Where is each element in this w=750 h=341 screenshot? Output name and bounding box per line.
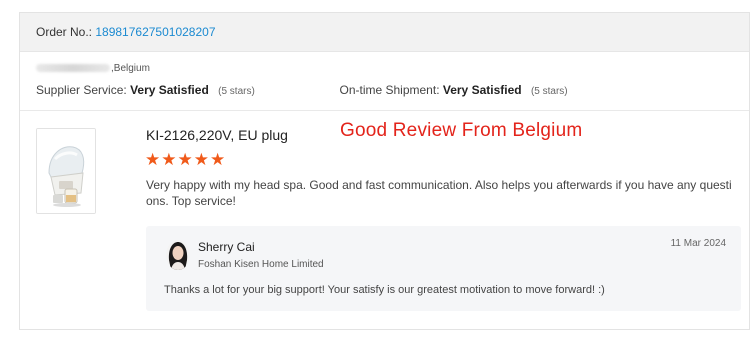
shipment-stars: (5 stars) xyxy=(530,86,568,97)
head-spa-machine-icon xyxy=(37,129,95,213)
review-text: Very happy with my head spa. Good and fa… xyxy=(146,178,732,208)
section-divider xyxy=(20,110,749,111)
reply-company: Foshan Kisen Home Limited xyxy=(198,259,324,270)
shipment-value: Very Satisfied xyxy=(442,83,522,97)
reply-text: Thanks a lot for your big support! Your … xyxy=(164,284,605,296)
star-icon: ★ xyxy=(193,150,209,169)
supplier-ratings: Supplier Service: Very Satisfied (5 star… xyxy=(36,83,568,97)
supplier-service-value: Very Satisfied xyxy=(130,83,209,97)
review-card: Order No.: 189817627501028207 ,Belgium S… xyxy=(19,12,750,330)
product-thumbnail[interactable] xyxy=(36,128,96,214)
star-icon: ★ xyxy=(177,150,193,169)
buyer-info: ,Belgium xyxy=(36,63,150,74)
buyer-location: ,Belgium xyxy=(111,63,150,74)
shipment-label: On-time Shipment: xyxy=(339,83,440,97)
star-icon: ★ xyxy=(161,150,177,169)
watermark-caption: Good Review From Belgium xyxy=(340,120,583,141)
star-icon: ★ xyxy=(145,150,161,169)
order-number-link[interactable]: 189817627501028207 xyxy=(95,25,215,39)
reply-author-name: Sherry Cai xyxy=(198,240,255,254)
product-name[interactable]: KI-2126,220V, EU plug xyxy=(146,127,288,143)
order-number-label: Order No.: xyxy=(36,25,93,39)
supplier-service-stars: (5 stars) xyxy=(218,86,255,97)
order-number-row: Order No.: 189817627501028207 xyxy=(36,25,216,39)
order-header: Order No.: 189817627501028207 xyxy=(20,13,749,52)
avatar xyxy=(166,240,190,270)
supplier-service-label: Supplier Service: xyxy=(36,83,127,97)
reply-date: 11 Mar 2024 xyxy=(670,238,726,249)
supplier-reply: Sherry Cai Foshan Kisen Home Limited 11 … xyxy=(146,226,741,311)
product-rating-stars: ★ ★ ★ ★ ★ xyxy=(145,151,225,168)
star-icon: ★ xyxy=(210,150,226,169)
avatar-icon xyxy=(166,240,190,270)
redacted-buyer-name xyxy=(36,64,110,73)
